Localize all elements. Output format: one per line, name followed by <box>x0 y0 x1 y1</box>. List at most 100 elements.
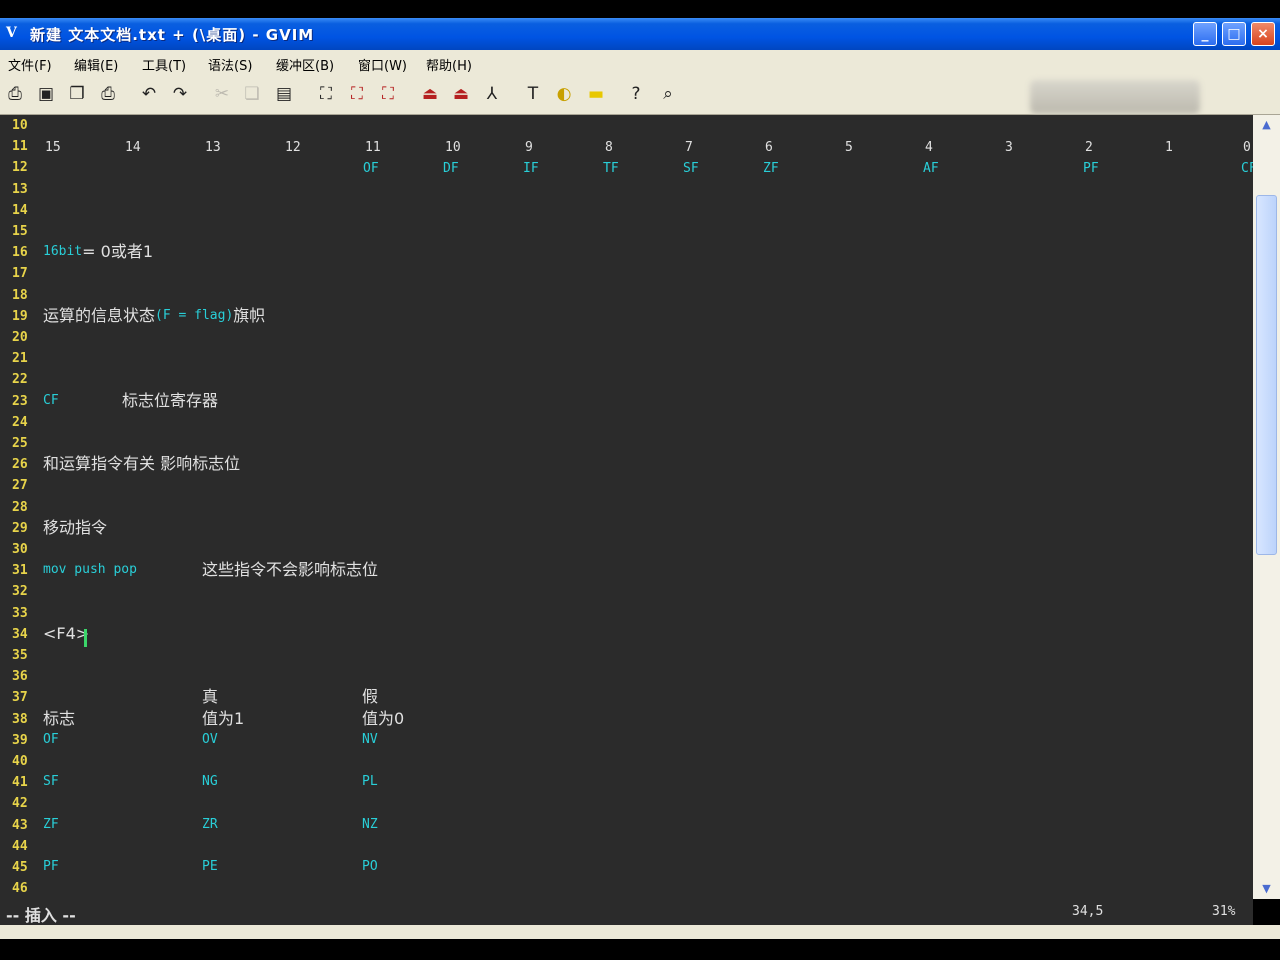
line-number: 24 <box>12 415 28 430</box>
line-number: 43 <box>12 818 28 833</box>
make-icon[interactable]: T <box>521 82 545 106</box>
text-segment: mov push pop <box>43 562 137 577</box>
line-number: 25 <box>12 436 28 451</box>
line-number: 26 <box>12 457 28 472</box>
close-button[interactable]: × <box>1251 22 1275 46</box>
menu-tools[interactable]: 工具(T) <box>142 55 186 74</box>
line-number: 42 <box>12 796 28 811</box>
cut-icon[interactable]: ✂ <box>210 82 234 106</box>
line-number: 18 <box>12 288 28 303</box>
run-script-icon[interactable]: ⅄ <box>480 82 504 106</box>
print-icon[interactable]: ⎙ <box>96 82 120 106</box>
find-next-icon[interactable]: ⛶ <box>345 82 369 106</box>
line-number: 41 <box>12 775 28 790</box>
line-number: 38 <box>12 712 28 727</box>
scroll-up-arrow-icon[interactable]: ▲ <box>1257 117 1276 133</box>
ctags-icon[interactable]: ▬ <box>584 82 608 106</box>
text-cursor <box>84 629 87 647</box>
minimize-button[interactable]: _ <box>1193 22 1217 46</box>
undo-icon[interactable]: ↶ <box>137 82 161 106</box>
menu-buffers[interactable]: 缓冲区(B) <box>276 55 334 74</box>
text-segment: 这些指令不会影响标志位 <box>202 560 379 579</box>
text-segment: 标志位寄存器 <box>122 391 219 410</box>
editor-area[interactable]: 10 11 15 14 13 12 11 10 9 8 7 6 5 4 3 2 1 0 12 OF DF IF TF SF ZF… <box>0 115 1253 899</box>
line-number: 19 <box>12 309 28 324</box>
bit-number: 6 <box>765 140 773 155</box>
redo-icon[interactable]: ↷ <box>168 82 192 106</box>
menu-edit[interactable]: 编辑(E) <box>74 55 118 74</box>
line-number: 40 <box>12 754 28 769</box>
window-title: 新建 文本文档.txt + (\桌面) - GVIM <box>30 26 315 44</box>
line-number: 27 <box>12 478 28 493</box>
bit-number: 9 <box>525 140 533 155</box>
text-segment: SF <box>43 774 59 789</box>
replace-icon[interactable]: ⛶ <box>314 82 338 106</box>
find-help-icon[interactable]: ⌕ <box>656 82 680 106</box>
line-number: 15 <box>12 224 28 239</box>
text-segment: PO <box>362 859 378 874</box>
find-prev-icon[interactable]: ⛶ <box>376 82 400 106</box>
text-segment: 真 <box>202 687 219 706</box>
save-icon[interactable]: ▣ <box>34 82 58 106</box>
text-segment: 标志 <box>43 709 76 728</box>
save-session-icon[interactable]: ⏏ <box>449 82 473 106</box>
bit-number: 8 <box>605 140 613 155</box>
line-number: 22 <box>12 372 28 387</box>
scroll-down-arrow-icon[interactable]: ▼ <box>1257 881 1276 897</box>
menu-syntax[interactable]: 语法(S) <box>208 55 252 74</box>
bit-number: 2 <box>1085 140 1093 155</box>
title-bar[interactable]: V 新建 文本文档.txt + (\桌面) - GVIM _ □ × <box>0 18 1280 50</box>
text-segment: <F4> <box>43 624 90 643</box>
bit-number: 7 <box>685 140 693 155</box>
text-segment: PE <box>202 859 218 874</box>
menu-window[interactable]: 窗口(W) <box>358 55 407 74</box>
text-segment: (F = flag) <box>155 308 234 323</box>
text-segment: OF <box>43 732 59 747</box>
copy-icon[interactable]: ❏ <box>240 82 264 106</box>
bit-number: 1 <box>1165 140 1173 155</box>
text-segment: 移动指令 <box>43 518 108 537</box>
save-all-icon[interactable]: ❐ <box>65 82 89 106</box>
open-icon[interactable]: ⎙ <box>3 82 27 106</box>
flag-label: TF <box>603 161 619 176</box>
line-number: 31 <box>12 563 28 578</box>
line-number: 36 <box>12 669 28 684</box>
shell-icon[interactable]: ◐ <box>552 82 576 106</box>
bit-number: 13 <box>205 140 221 155</box>
text-segment: 旗帜 <box>233 306 266 325</box>
bit-number: 5 <box>845 140 853 155</box>
text-segment: OV <box>202 732 218 747</box>
line-number: 28 <box>12 500 28 515</box>
text-segment: CF <box>43 393 59 408</box>
paste-icon[interactable]: ▤ <box>272 82 296 106</box>
flag-label: SF <box>683 161 699 176</box>
scroll-thumb[interactable] <box>1256 195 1277 555</box>
screen-bottom-border <box>0 939 1280 960</box>
bit-number: 4 <box>925 140 933 155</box>
scroll-percent: 31% <box>1212 904 1236 919</box>
text-segment: 16bit <box>43 244 83 259</box>
bit-number: 0 <box>1243 140 1251 155</box>
maximize-button[interactable]: □ <box>1222 22 1246 46</box>
vertical-scrollbar[interactable]: ▲ ▼ <box>1253 115 1280 899</box>
menu-file[interactable]: 文件(F) <box>8 55 52 74</box>
line-number: 23 <box>12 394 28 409</box>
line-number: 39 <box>12 733 28 748</box>
bit-number: 10 <box>445 140 461 155</box>
line-number: 12 <box>12 160 28 175</box>
menu-help[interactable]: 帮助(H) <box>426 55 472 74</box>
bit-number: 11 <box>365 140 381 155</box>
text-segment: NV <box>362 732 378 747</box>
help-icon[interactable]: ? <box>624 82 648 106</box>
flag-label: PF <box>1083 161 1099 176</box>
blurred-area <box>1030 80 1200 114</box>
load-session-icon[interactable]: ⏏ <box>418 82 442 106</box>
mode-indicator: -- 插入 -- <box>6 906 76 925</box>
line-number: 13 <box>12 182 28 197</box>
status-line: -- 插入 -- 34,5 31% <box>0 899 1253 925</box>
gvim-icon[interactable]: V <box>6 24 24 42</box>
bit-number: 15 <box>45 140 61 155</box>
text-segment: 和运算指令有关 影响标志位 <box>43 454 241 473</box>
flag-label: CF <box>1241 161 1253 176</box>
line-number: 10 <box>12 118 28 133</box>
